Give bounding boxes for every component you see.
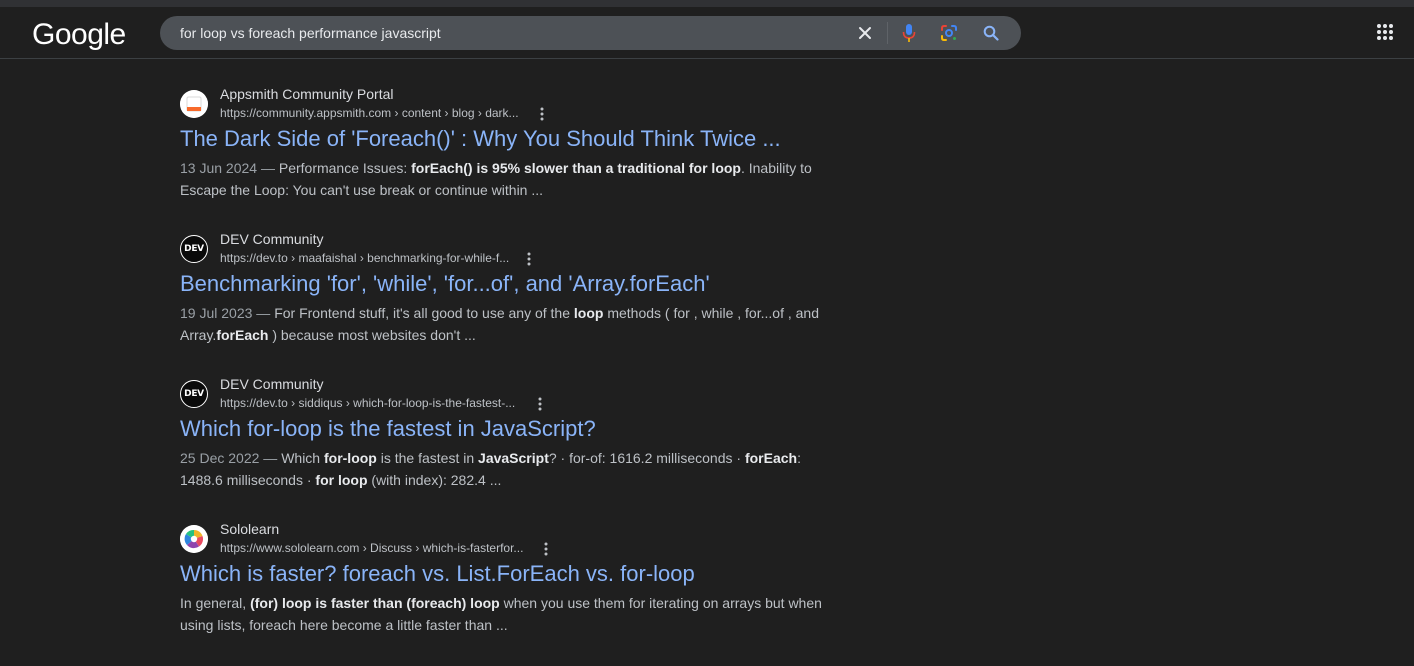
snippet-run: In general, <box>180 595 251 611</box>
result-site-name[interactable]: Sololearn <box>220 521 279 537</box>
apps-grid-icon[interactable] <box>1376 23 1394 41</box>
result-title-link[interactable]: Benchmarking 'for', 'while', 'for...of',… <box>180 271 710 297</box>
snippet-run: is the fastest in <box>376 450 479 466</box>
lens-icon[interactable] <box>939 23 959 43</box>
microphone-icon[interactable] <box>899 23 919 43</box>
result-date: 25 Dec 2022 <box>180 450 260 466</box>
search-box[interactable] <box>160 16 1021 50</box>
date-separator: — <box>257 160 279 176</box>
close-icon[interactable] <box>855 23 875 43</box>
search-header: Google <box>0 7 1414 59</box>
snippet-bold-text: forEach() is 95% slower than a tradition… <box>411 160 741 176</box>
dev-favicon[interactable]: DEV <box>180 380 208 408</box>
snippet-bold-text: forEach <box>744 450 798 466</box>
result-url[interactable]: https://dev.to › siddiqus › which-for-lo… <box>220 396 515 410</box>
result-title-link[interactable]: Which is faster? foreach vs. List.ForEac… <box>180 561 695 587</box>
sololearn-favicon[interactable] <box>180 525 208 553</box>
appsmith-favicon[interactable] <box>180 90 208 118</box>
snippet-bold-text: for loop <box>315 472 368 488</box>
result-site-name[interactable]: Appsmith Community Portal <box>220 86 394 102</box>
snippet-run: Which <box>281 450 324 466</box>
result-title-link[interactable]: Which for-loop is the fastest in JavaScr… <box>180 416 596 442</box>
more-vert-icon[interactable] <box>535 396 545 412</box>
snippet-run: For Frontend stuff, it's all good to use… <box>274 305 574 321</box>
snippet-text: In general, (for) loop is faster than (f… <box>180 595 822 633</box>
result-date: 19 Jul 2023 <box>180 305 253 321</box>
result-site-name[interactable]: DEV Community <box>220 231 323 247</box>
snippet-run: Performance Issues: <box>278 160 412 176</box>
search-input[interactable] <box>180 16 840 50</box>
result-url[interactable]: https://community.appsmith.com › content… <box>220 106 519 120</box>
more-vert-icon[interactable] <box>524 251 534 267</box>
snippet-bold-text: JavaScript <box>478 450 549 466</box>
date-separator: — <box>252 305 275 321</box>
dev-favicon-text: DEV <box>184 389 204 399</box>
snippet-run: (with index): 282.4 ... <box>367 472 502 488</box>
result-url[interactable]: https://dev.to › maafaishal › benchmarki… <box>220 251 509 265</box>
snippet-bold-text: (for) loop is faster than (foreach) loop <box>250 595 500 611</box>
result-date: 13 Jun 2024 <box>180 160 258 176</box>
search-divider <box>887 22 888 44</box>
result-snippet: 25 Dec 2022 — Which for-loop is the fast… <box>180 447 840 491</box>
dev-favicon-text: DEV <box>184 244 204 254</box>
snippet-bold-text: for-loop <box>323 450 377 466</box>
date-separator: — <box>259 450 282 466</box>
snippet-bold-text: loop <box>573 305 604 321</box>
result-snippet: In general, (for) loop is faster than (f… <box>180 592 840 636</box>
search-icon[interactable] <box>981 23 1001 43</box>
result-snippet: 13 Jun 2024 — Performance Issues: forEac… <box>180 157 840 201</box>
result-snippet: 19 Jul 2023 — For Frontend stuff, it's a… <box>180 302 840 346</box>
window-top-strip <box>0 0 1414 7</box>
dev-favicon[interactable]: DEV <box>180 235 208 263</box>
snippet-run: ) because most websites don't ... <box>268 327 476 343</box>
more-vert-icon[interactable] <box>537 106 547 122</box>
more-vert-icon[interactable] <box>541 541 551 557</box>
snippet-run: ? · for-of: 1616.2 milliseconds · <box>548 450 745 466</box>
result-title-link[interactable]: The Dark Side of 'Foreach()' : Why You S… <box>180 126 781 152</box>
snippet-bold-text: forEach <box>216 327 269 343</box>
result-url[interactable]: https://www.sololearn.com › Discuss › wh… <box>220 541 523 555</box>
snippet-text: For Frontend stuff, it's all good to use… <box>180 305 819 343</box>
google-logo[interactable]: Google <box>32 18 126 52</box>
result-site-name[interactable]: DEV Community <box>220 376 323 392</box>
